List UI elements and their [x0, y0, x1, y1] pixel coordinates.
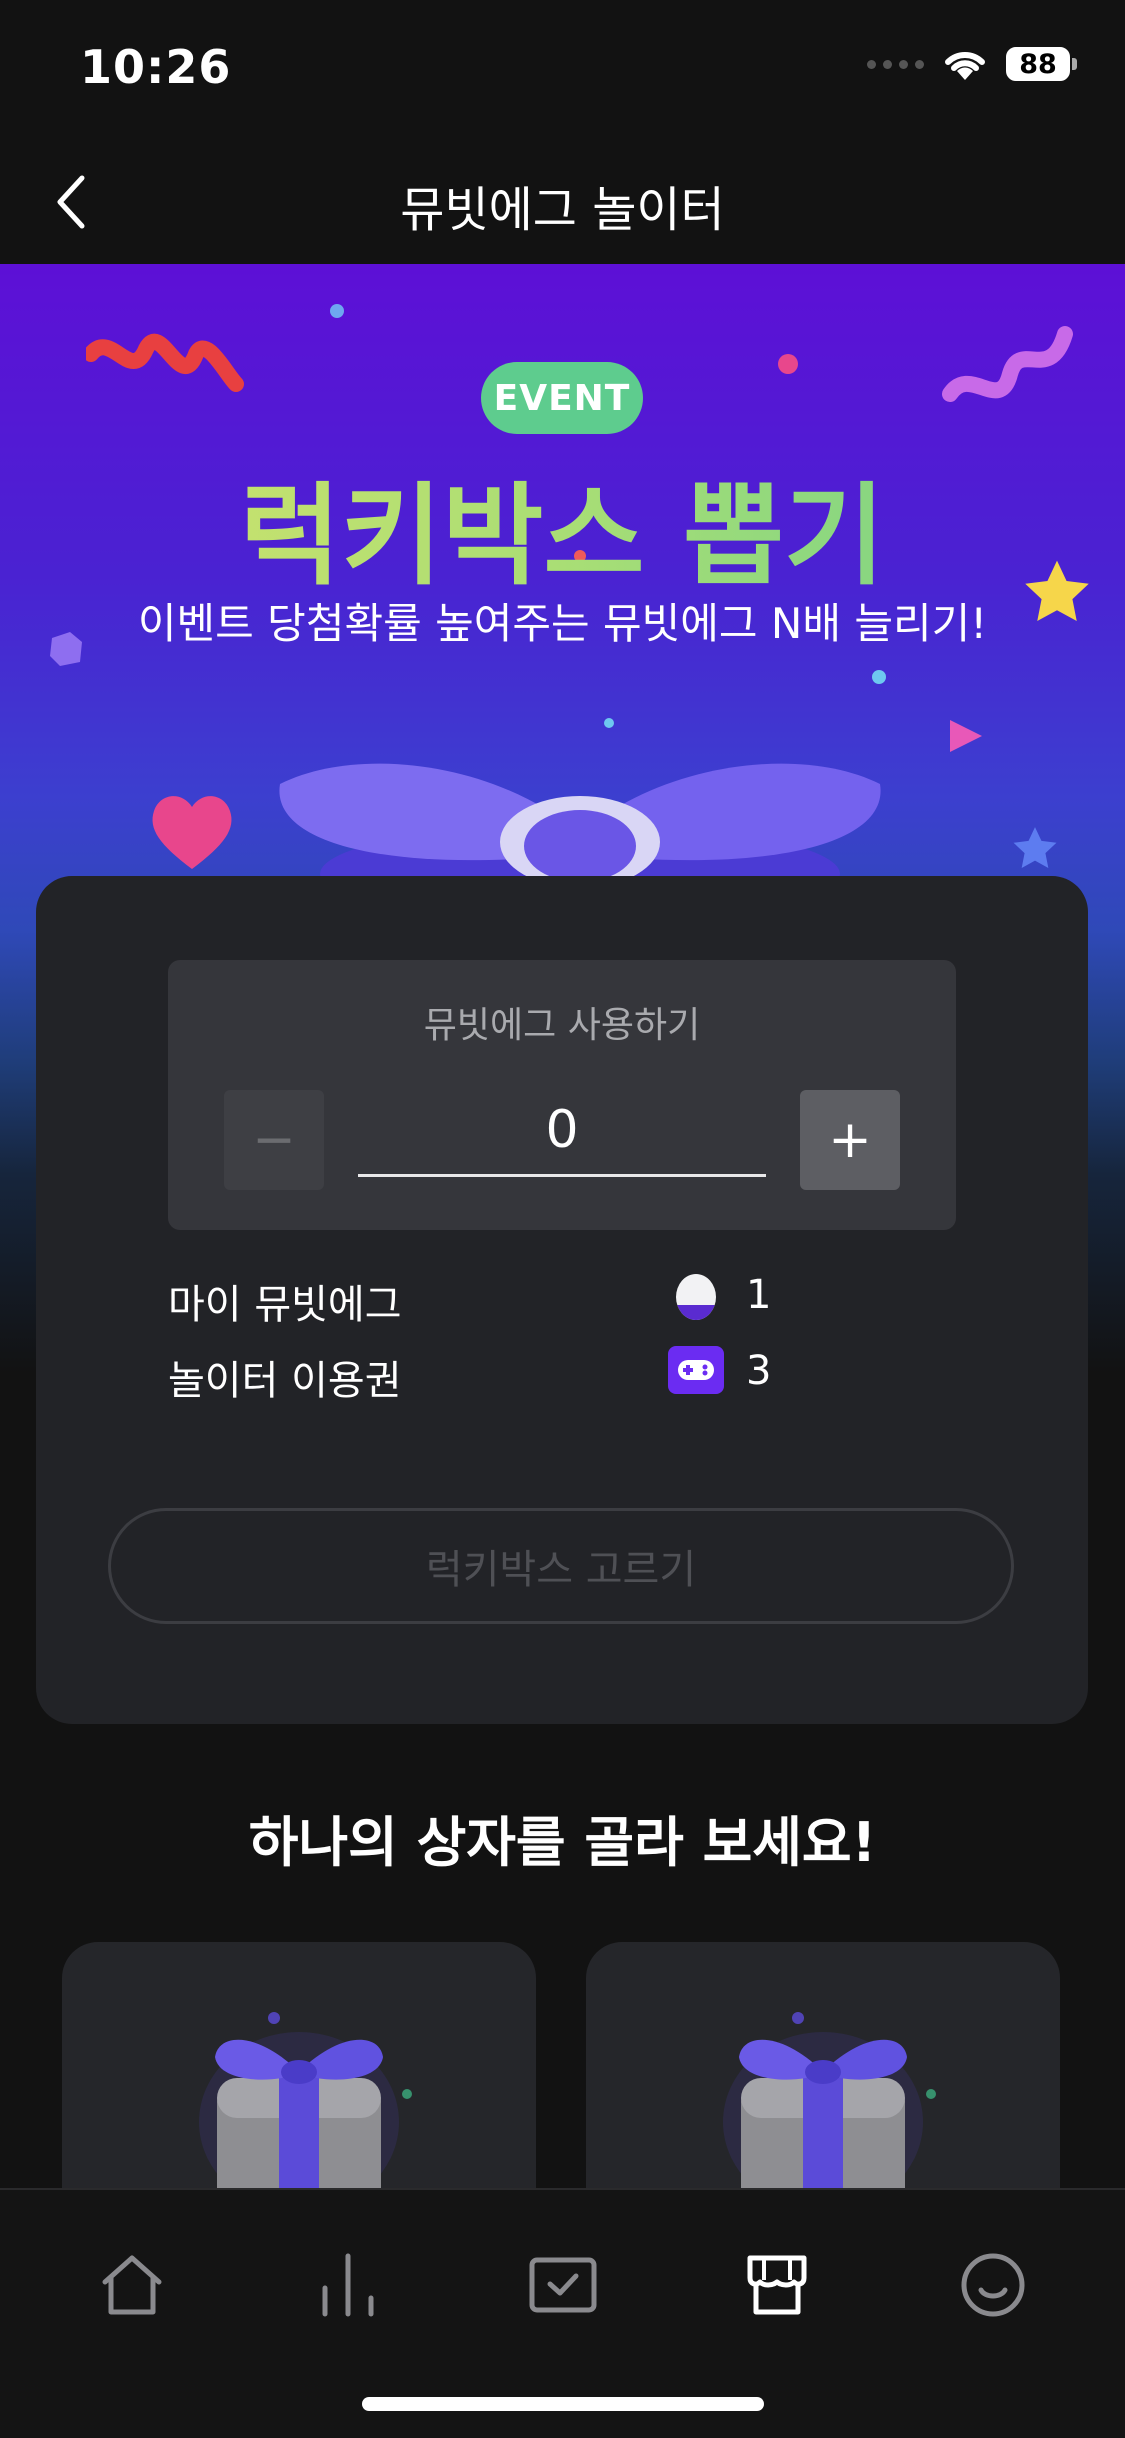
- my-egg-label: 마이 뮤빗에그: [168, 1282, 402, 1328]
- tab-my[interactable]: [938, 2230, 1048, 2340]
- lucky-box-card: 뮤빗에그 사용하기 − + 마이 뮤빗에그 1 놀이터 이용권: [36, 876, 1088, 1724]
- decrease-button[interactable]: −: [224, 1090, 324, 1190]
- status-bar: 10:26 88: [0, 0, 1125, 140]
- chart-icon: [322, 2253, 374, 2317]
- home-indicator: [362, 2397, 764, 2411]
- event-badge: EVENT: [481, 362, 643, 434]
- ribbon-decoration-icon: [86, 333, 244, 392]
- choose-box-title: 하나의 상자를 골라 보세요!: [248, 1811, 877, 1874]
- star-decoration-icon: [1013, 827, 1057, 868]
- page-title: 뮤빗에그 놀이터: [400, 182, 725, 238]
- nav-bar: 뮤빗에그 놀이터: [0, 140, 1125, 264]
- gift-box-icon: [199, 2012, 412, 2202]
- pick-lucky-box-button[interactable]: 럭키박스 고르기: [108, 1508, 1014, 1624]
- gamepad-ticket-icon: [668, 1342, 724, 1398]
- tab-vote[interactable]: [508, 2230, 618, 2340]
- ticket-value: 3: [746, 1348, 772, 1394]
- egg-icon: [668, 1266, 724, 1322]
- increase-button[interactable]: +: [800, 1090, 900, 1190]
- sparkle-decoration: [872, 670, 886, 684]
- gift-box-card[interactable]: [586, 1942, 1060, 2202]
- cellular-signal-icon: [867, 59, 924, 69]
- egg-usage-panel: 뮤빗에그 사용하기 − +: [168, 960, 956, 1230]
- triangle-decoration-icon: [950, 720, 982, 752]
- my-egg-value: 1: [746, 1272, 772, 1318]
- store-icon: [747, 2255, 807, 2315]
- hero-title: 럭키박스 뽑기: [0, 446, 1125, 606]
- smile-icon: [961, 2253, 1025, 2317]
- tab-home[interactable]: [77, 2230, 187, 2340]
- hero-subtitle: 이벤트 당첨확률 높여주는 뮤빗에그 N배 늘리기!: [137, 599, 988, 648]
- sparkle-decoration: [330, 304, 344, 318]
- status-icons: 88: [867, 46, 1077, 82]
- status-time: 10:26: [80, 40, 232, 94]
- ribbon-decoration-icon: [942, 326, 1073, 402]
- tab-chart[interactable]: [293, 2230, 403, 2340]
- ticket-row: 놀이터 이용권 3: [168, 1342, 928, 1404]
- egg-panel-label: 뮤빗에그 사용하기: [423, 1005, 701, 1046]
- ticket-label: 놀이터 이용권: [168, 1358, 402, 1404]
- my-egg-row: 마이 뮤빗에그 1: [168, 1266, 928, 1328]
- wifi-icon: [945, 51, 985, 80]
- home-icon: [102, 2255, 162, 2315]
- gift-box-icon: [723, 2012, 936, 2202]
- sparkle-decoration: [778, 354, 798, 374]
- battery-icon: 88: [1006, 47, 1077, 81]
- egg-count-input[interactable]: [358, 1086, 766, 1177]
- vote-box-icon: [529, 2257, 597, 2313]
- gift-box-card[interactable]: [62, 1942, 536, 2202]
- tab-store[interactable]: [722, 2230, 832, 2340]
- battery-level: 88: [1006, 47, 1070, 81]
- heart-decoration-icon: [152, 796, 232, 869]
